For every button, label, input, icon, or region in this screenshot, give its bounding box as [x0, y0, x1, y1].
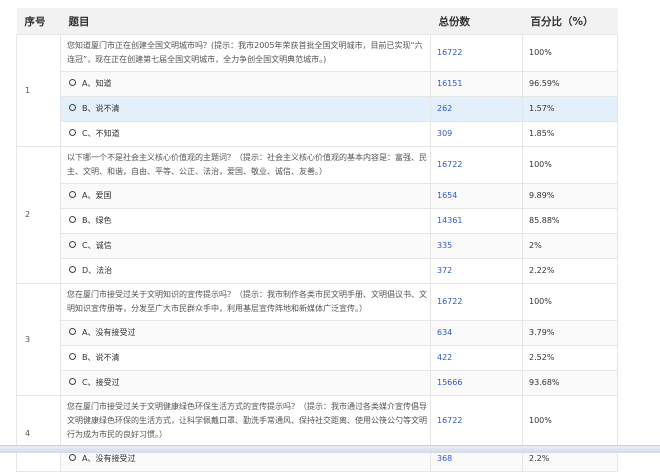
option-row: B、说不清 262 1.57%: [17, 96, 618, 122]
question-total[interactable]: 16722: [430, 34, 523, 72]
option-percent: 3.79%: [522, 320, 618, 346]
radio-icon: [69, 79, 76, 86]
option-count[interactable]: 634: [430, 320, 523, 346]
option-label: B、说不清: [82, 353, 120, 362]
question-percent: 100%: [522, 34, 618, 72]
option-cell: B、说不清: [60, 96, 431, 122]
radio-icon: [69, 378, 76, 385]
radio-icon: [69, 216, 76, 223]
option-count[interactable]: 422: [430, 345, 523, 371]
option-row: A、知道 16151 96.59%: [17, 71, 618, 97]
option-count[interactable]: 15666: [430, 370, 523, 396]
option-cell: A、知道: [60, 71, 431, 97]
question-row: 4 您在厦门市接受过关于文明健康绿色环保生活方式的宣传提示吗？（提示：我市通过各…: [16, 395, 618, 472]
option-label: B、说不清: [82, 104, 120, 113]
radio-icon: [69, 104, 76, 111]
question-text: 您知道厦门市正在创建全国文明城市吗？(提示：我市2005年荣获首批全国文明城市，…: [60, 34, 431, 72]
option-percent: 93.68%: [522, 370, 618, 396]
radio-icon: [69, 454, 76, 461]
question-total[interactable]: 16722: [430, 395, 523, 447]
option-label: A、爱国: [82, 191, 112, 200]
window-bottom-bar: [0, 445, 660, 453]
radio-icon: [69, 241, 76, 248]
option-label: B、绿色: [82, 216, 112, 225]
option-cell: C、接受过: [60, 370, 431, 396]
option-cell: C、诚信: [60, 233, 431, 259]
question-total[interactable]: 16722: [430, 146, 523, 184]
option-row: D、法治 372 2.22%: [17, 258, 618, 284]
question-seq: 4: [16, 395, 61, 472]
option-row: C、诚信 335 2%: [17, 233, 618, 259]
question-total[interactable]: 16722: [430, 283, 523, 321]
option-count[interactable]: 1654: [430, 183, 523, 209]
option-row: A、没有接受过 634 3.79%: [17, 320, 618, 346]
question-text: 以下哪一个不是社会主义核心价值观的主题词？（提示：社会主义核心价值观的基本内容是…: [60, 146, 431, 184]
option-label: A、没有接受过: [82, 328, 136, 337]
option-cell: A、爱国: [60, 183, 431, 209]
option-row: B、说不清 422 2.52%: [17, 345, 618, 371]
header-question: 题目: [60, 8, 431, 35]
question-seq: 3: [16, 283, 61, 396]
option-cell: B、绿色: [60, 208, 431, 234]
question-text: 您在厦门市接受过关于文明知识的宣传提示吗？（提示：我市制作各类市民文明手册、文明…: [60, 283, 431, 321]
question-text: 您在厦门市接受过关于文明健康绿色环保生活方式的宣传提示吗？（提示：我市通过各类媒…: [60, 395, 431, 447]
question-seq: 1: [16, 34, 61, 147]
radio-icon: [69, 266, 76, 273]
option-label: A、没有接受过: [82, 454, 136, 463]
option-percent: 96.59%: [522, 71, 618, 97]
survey-results-table: 序号 题目 总份数 百分比（%） 1 您知道厦门市正在创建全国文明城市吗？(提示…: [16, 8, 618, 472]
option-count[interactable]: 372: [430, 258, 523, 284]
option-label: C、接受过: [82, 378, 120, 387]
option-percent: 85.88%: [522, 208, 618, 234]
option-row: A、爱国 1654 9.89%: [17, 183, 618, 209]
option-percent: 2%: [522, 233, 618, 259]
question-row: 1 您知道厦门市正在创建全国文明城市吗？(提示：我市2005年荣获首批全国文明城…: [16, 34, 618, 147]
radio-icon: [69, 328, 76, 335]
option-cell: A、没有接受过: [60, 320, 431, 346]
option-percent: 2.22%: [522, 258, 618, 284]
option-count[interactable]: 335: [430, 233, 523, 259]
option-label: D、法治: [82, 266, 113, 275]
option-label: C、不知道: [82, 129, 120, 138]
option-percent: 2.52%: [522, 345, 618, 371]
question-seq: 2: [16, 146, 61, 284]
option-count[interactable]: 16151: [430, 71, 523, 97]
option-label: C、诚信: [82, 241, 112, 250]
question-percent: 100%: [522, 146, 618, 184]
table-header-row: 序号 题目 总份数 百分比（%）: [16, 8, 618, 35]
question-row: 2 以下哪一个不是社会主义核心价值观的主题词？（提示：社会主义核心价值观的基本内…: [16, 146, 618, 284]
option-cell: C、不知道: [60, 121, 431, 147]
option-count[interactable]: 309: [430, 121, 523, 147]
header-percent: 百分比（%）: [522, 8, 618, 35]
header-total: 总份数: [430, 8, 523, 35]
question-percent: 100%: [522, 395, 618, 447]
option-label: A、知道: [82, 79, 112, 88]
option-row: C、接受过 15666 93.68%: [17, 370, 618, 396]
option-percent: 9.89%: [522, 183, 618, 209]
radio-icon: [69, 353, 76, 360]
option-cell: D、法治: [60, 258, 431, 284]
option-percent: 1.57%: [522, 96, 618, 122]
header-seq: 序号: [16, 8, 61, 35]
option-cell: B、说不清: [60, 345, 431, 371]
option-row: B、绿色 14361 85.88%: [17, 208, 618, 234]
radio-icon: [69, 191, 76, 198]
option-count[interactable]: 14361: [430, 208, 523, 234]
question-percent: 100%: [522, 283, 618, 321]
radio-icon: [69, 129, 76, 136]
question-row: 3 您在厦门市接受过关于文明知识的宣传提示吗？（提示：我市制作各类市民文明手册、…: [16, 283, 618, 396]
option-row: C、不知道 309 1.85%: [17, 121, 618, 147]
option-count[interactable]: 262: [430, 96, 523, 122]
option-percent: 1.85%: [522, 121, 618, 147]
